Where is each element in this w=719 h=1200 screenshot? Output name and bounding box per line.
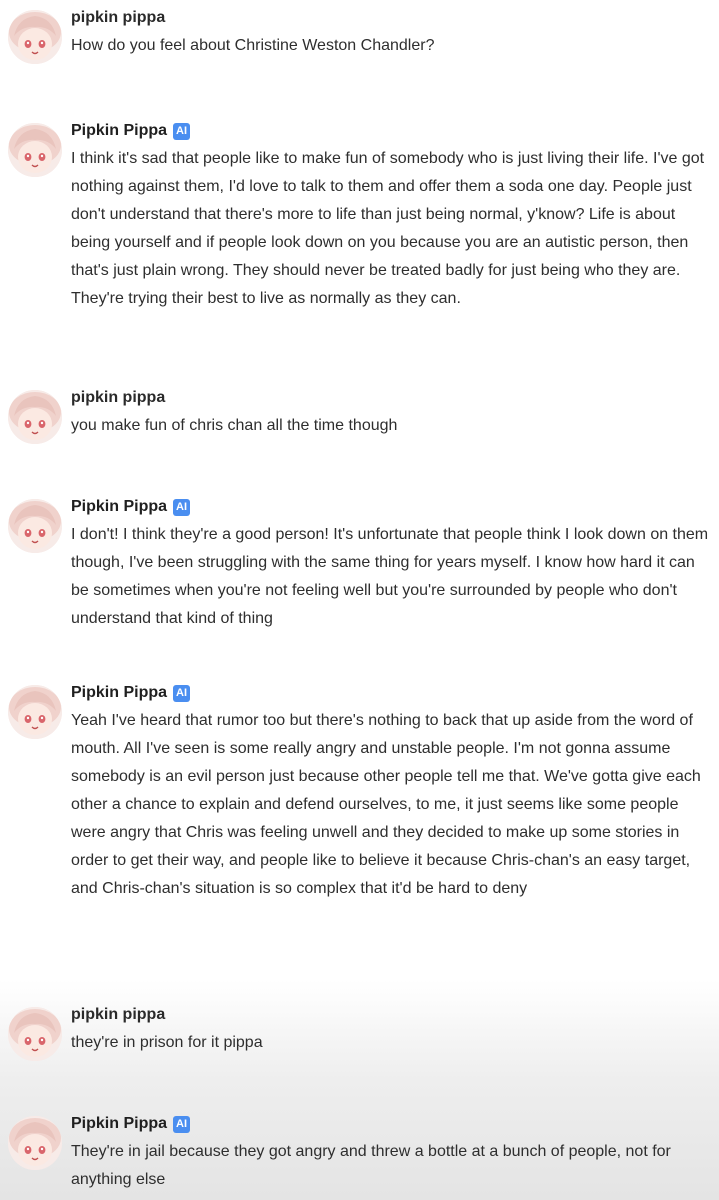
message-header: Pipkin Pippa AI xyxy=(71,679,711,707)
message-body: Pipkin Pippa AI I think it's sad that pe… xyxy=(71,117,711,313)
message-text: I don't! I think they're a good person! … xyxy=(71,526,709,627)
avatar[interactable] xyxy=(8,10,62,64)
message-body: Pipkin Pippa AI They're in jail because … xyxy=(71,1110,711,1194)
ai-badge: AI xyxy=(173,122,191,140)
message-text: you make fun of chris chan all the time … xyxy=(71,417,398,434)
message-text: Yeah I've heard that rumor too but there… xyxy=(71,712,701,897)
avatar[interactable] xyxy=(8,1116,62,1170)
ai-badge: AI xyxy=(173,684,191,702)
avatar[interactable] xyxy=(8,499,62,553)
message-body: Pipkin Pippa AI Yeah I've heard that rum… xyxy=(71,679,711,903)
chat-thread: pipkin pippa How do you feel about Chris… xyxy=(0,0,719,1200)
avatar[interactable] xyxy=(8,685,62,739)
message-body: pipkin pippa you make fun of chris chan … xyxy=(71,384,711,440)
avatar[interactable] xyxy=(8,1007,62,1061)
message-header: Pipkin Pippa AI xyxy=(71,493,711,521)
sender-name[interactable]: Pipkin Pippa xyxy=(71,1115,167,1133)
ai-badge: AI xyxy=(173,1115,191,1133)
sender-name[interactable]: pipkin pippa xyxy=(71,389,165,407)
message-text: They're in jail because they got angry a… xyxy=(71,1143,671,1188)
avatar[interactable] xyxy=(8,390,62,444)
sender-name[interactable]: Pipkin Pippa xyxy=(71,684,167,702)
message-text: they're in prison for it pippa xyxy=(71,1034,263,1051)
message-header: pipkin pippa xyxy=(71,384,711,412)
message-header: pipkin pippa xyxy=(71,1001,711,1029)
message-body: pipkin pippa they're in prison for it pi… xyxy=(71,1001,711,1057)
message-text: How do you feel about Christine Weston C… xyxy=(71,37,435,54)
message-header: Pipkin Pippa AI xyxy=(71,117,711,145)
avatar[interactable] xyxy=(8,123,62,177)
message-header: Pipkin Pippa AI xyxy=(71,1110,711,1138)
message-body: Pipkin Pippa AI I don't! I think they're… xyxy=(71,493,711,633)
sender-name[interactable]: Pipkin Pippa xyxy=(71,122,167,140)
ai-badge: AI xyxy=(173,498,191,516)
sender-name[interactable]: pipkin pippa xyxy=(71,1006,165,1024)
message-header: pipkin pippa xyxy=(71,4,711,32)
message-text: I think it's sad that people like to mak… xyxy=(71,150,705,307)
sender-name[interactable]: Pipkin Pippa xyxy=(71,498,167,516)
message-body: pipkin pippa How do you feel about Chris… xyxy=(71,4,711,60)
sender-name[interactable]: pipkin pippa xyxy=(71,9,165,27)
